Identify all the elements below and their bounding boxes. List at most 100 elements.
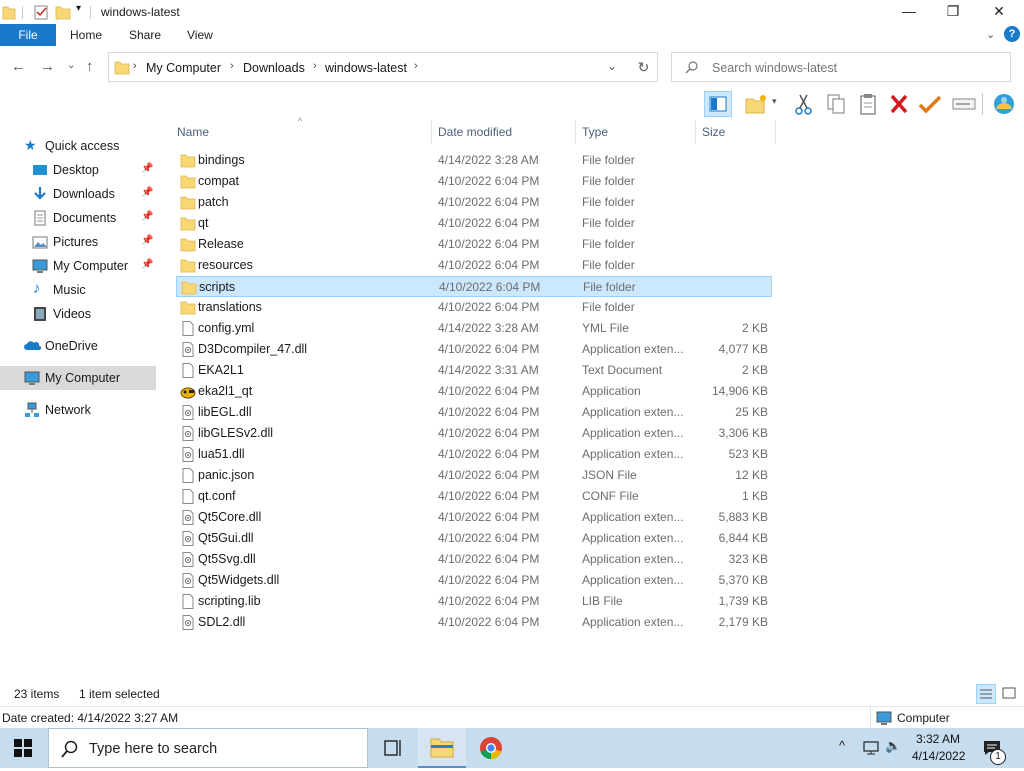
file-row[interactable]: bindings 4/14/2022 3:28 AM File folder: [176, 150, 772, 171]
preview-pane-icon: [709, 96, 727, 112]
chevron-right-icon[interactable]: ›: [230, 60, 234, 72]
pin-icon[interactable]: 📌: [141, 163, 153, 174]
breadcrumb-downloads[interactable]: Downloads: [243, 61, 305, 75]
column-divider[interactable]: [695, 120, 696, 144]
file-row[interactable]: compat 4/10/2022 6:04 PM File folder: [176, 171, 772, 192]
sidebar-item-videos[interactable]: Videos: [0, 302, 156, 326]
chevron-down-icon[interactable]: ⌄: [607, 59, 617, 73]
file-row[interactable]: scripting.lib 4/10/2022 6:04 PM LIB File 1,…: [176, 591, 772, 612]
file-row[interactable]: panic.json 4/10/2022 6:04 PM JSON File 12 K…: [176, 465, 772, 486]
clock-date[interactable]: 4/14/2022: [912, 749, 965, 763]
back-button[interactable]: ←: [11, 58, 26, 75]
network-tray-icon[interactable]: [862, 739, 880, 760]
breadcrumb-windows-latest[interactable]: windows-latest: [325, 61, 407, 75]
up-button[interactable]: ↑: [86, 58, 94, 75]
file-row[interactable]: translations 4/10/2022 6:04 PM File folder: [176, 297, 772, 318]
chevron-right-icon[interactable]: ›: [313, 60, 317, 72]
column-header-name[interactable]: Name: [177, 125, 209, 139]
column-divider[interactable]: [775, 120, 776, 144]
sidebar-item-network[interactable]: Network: [0, 398, 156, 422]
file-row[interactable]: Qt5Core.dll 4/10/2022 6:04 PM Application …: [176, 507, 772, 528]
refresh-button[interactable]: ↻: [630, 52, 658, 82]
minimize-button[interactable]: —: [886, 0, 932, 24]
help-icon[interactable]: ?: [1004, 26, 1020, 42]
maximize-button[interactable]: ❐: [930, 0, 976, 24]
new-folder-button[interactable]: [742, 91, 770, 117]
column-divider[interactable]: [575, 120, 576, 144]
taskbar-search-box[interactable]: Type here to search: [48, 728, 368, 768]
tab-home[interactable]: Home: [70, 24, 102, 46]
sidebar-item-music[interactable]: ♪ Music: [0, 278, 156, 302]
properties-icon[interactable]: [33, 4, 49, 20]
file-row[interactable]: resources 4/10/2022 6:04 PM File folder: [176, 255, 772, 276]
file-row[interactable]: Qt5Svg.dll 4/10/2022 6:04 PM Application e…: [176, 549, 772, 570]
clock-time[interactable]: 3:32 AM: [916, 732, 960, 746]
chevron-right-icon[interactable]: ›: [414, 60, 418, 72]
address-bar[interactable]: › My Computer › Downloads › windows-late…: [108, 52, 658, 82]
rename-button[interactable]: [950, 91, 978, 117]
chevron-down-icon[interactable]: ▾: [772, 96, 777, 107]
column-header-size[interactable]: Size: [702, 125, 725, 139]
task-view-button[interactable]: [369, 728, 417, 768]
forward-button[interactable]: →: [40, 58, 55, 75]
large-icons-view-button[interactable]: [1000, 684, 1020, 704]
sidebar-item-desktop[interactable]: Desktop 📌: [0, 158, 156, 182]
file-row[interactable]: eka2l1_qt 4/10/2022 6:04 PM Application 14,…: [176, 381, 772, 402]
pin-icon[interactable]: 📌: [141, 187, 153, 198]
copy-button[interactable]: [822, 91, 850, 117]
sidebar-item-onedrive[interactable]: OneDrive: [0, 334, 156, 358]
sidebar-item-my-computer-pinned[interactable]: My Computer 📌: [0, 254, 156, 278]
new-folder-icon[interactable]: [55, 4, 71, 20]
file-row[interactable]: config.yml 4/14/2022 3:28 AM YML File 2 KB: [176, 318, 772, 339]
file-row[interactable]: Qt5Widgets.dll 4/10/2022 6:04 PM Applicati…: [176, 570, 772, 591]
search-box[interactable]: [671, 52, 1011, 82]
file-explorer-taskbar-button[interactable]: [418, 728, 466, 768]
file-type: Application exten...: [582, 552, 684, 566]
file-row[interactable]: D3Dcompiler_47.dll 4/10/2022 6:04 PM Appli…: [176, 339, 772, 360]
cut-button[interactable]: [790, 91, 818, 117]
recent-locations-button[interactable]: ⌄: [67, 60, 75, 71]
sidebar-item-pictures[interactable]: Pictures 📌: [0, 230, 156, 254]
preview-pane-button[interactable]: [704, 91, 732, 117]
file-row[interactable]: patch 4/10/2022 6:04 PM File folder: [176, 192, 772, 213]
column-divider[interactable]: [431, 120, 432, 144]
pin-icon[interactable]: 📌: [141, 235, 153, 246]
file-row[interactable]: qt.conf 4/10/2022 6:04 PM CONF File 1 KB: [176, 486, 772, 507]
pin-icon[interactable]: 📌: [141, 211, 153, 222]
close-button[interactable]: ✕: [976, 0, 1022, 24]
check-button[interactable]: [916, 91, 944, 117]
chrome-taskbar-button[interactable]: [467, 728, 515, 768]
file-row[interactable]: libEGL.dll 4/10/2022 6:04 PM Application e…: [176, 402, 772, 423]
sidebar-item-documents[interactable]: Documents 📌: [0, 206, 156, 230]
shell-button[interactable]: [990, 91, 1018, 117]
show-hidden-icons-button[interactable]: ^: [839, 738, 845, 753]
file-row[interactable]: lua51.dll 4/10/2022 6:04 PM Application ex…: [176, 444, 772, 465]
sidebar-item-quick-access[interactable]: ★ Quick access: [0, 134, 156, 158]
sidebar-item-my-computer[interactable]: My Computer: [0, 366, 156, 390]
column-header-date[interactable]: Date modified: [438, 125, 512, 139]
pin-icon[interactable]: 📌: [141, 259, 153, 270]
expand-ribbon-icon[interactable]: ⌄: [986, 28, 995, 41]
start-button[interactable]: [14, 739, 32, 760]
tab-share[interactable]: Share: [129, 24, 161, 46]
details-view-button[interactable]: [976, 684, 996, 704]
file-row[interactable]: EKA2L1 4/14/2022 3:31 AM Text Document 2 KB: [176, 360, 772, 381]
delete-button[interactable]: [886, 91, 914, 117]
file-row[interactable]: qt 4/10/2022 6:04 PM File folder: [176, 213, 772, 234]
file-row[interactable]: libGLESv2.dll 4/10/2022 6:04 PM Applicatio…: [176, 423, 772, 444]
large-icons-view-icon: [1002, 687, 1016, 699]
customize-quick-access-icon[interactable]: ▾: [76, 3, 81, 19]
volume-icon[interactable]: 🔈: [885, 738, 901, 754]
file-row[interactable]: SDL2.dll 4/10/2022 6:04 PM Application ext…: [176, 612, 772, 633]
file-row[interactable]: scripts 4/10/2022 6:04 PM File folder: [176, 276, 772, 297]
file-row[interactable]: Release 4/10/2022 6:04 PM File folder: [176, 234, 772, 255]
paste-button[interactable]: [854, 91, 882, 117]
chevron-right-icon[interactable]: ›: [133, 60, 137, 72]
column-header-type[interactable]: Type: [582, 125, 608, 139]
tab-view[interactable]: View: [187, 24, 213, 46]
search-input[interactable]: [712, 59, 1002, 77]
sidebar-item-downloads[interactable]: Downloads 📌: [0, 182, 156, 206]
file-row[interactable]: Qt5Gui.dll 4/10/2022 6:04 PM Application e…: [176, 528, 772, 549]
breadcrumb-my-computer[interactable]: My Computer: [146, 61, 221, 75]
tab-file[interactable]: File: [0, 24, 56, 46]
